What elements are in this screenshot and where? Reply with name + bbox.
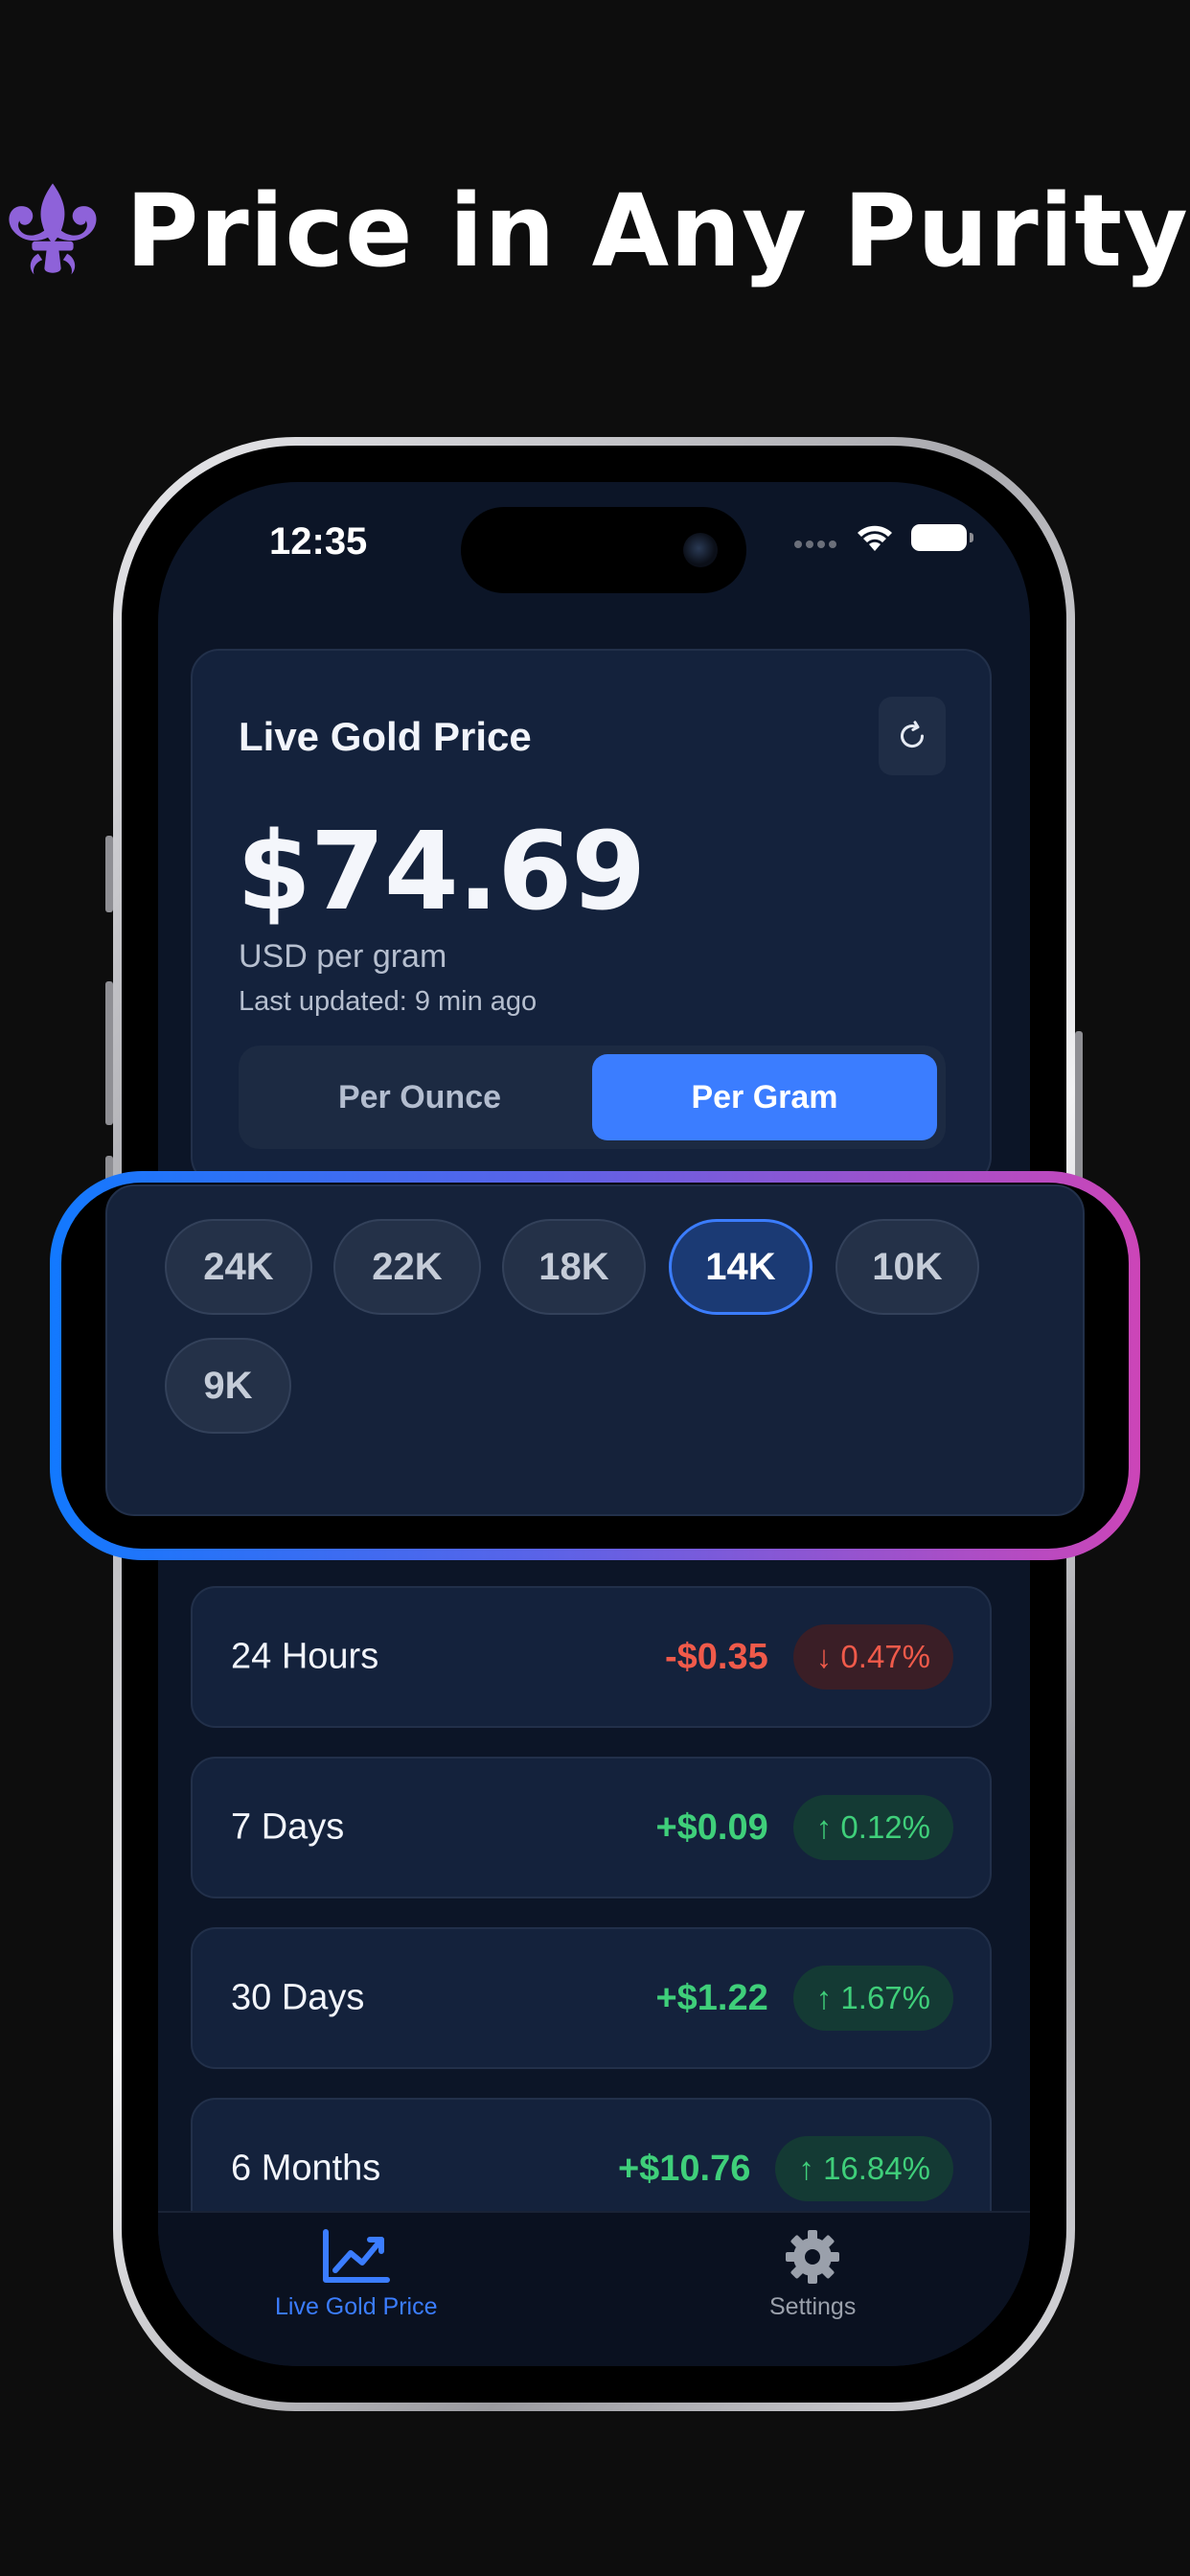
purity-chip-10k[interactable]: 10K <box>835 1219 979 1315</box>
live-price-card: Live Gold Price $74.69 USD per gram Last… <box>191 649 992 1185</box>
change-percent: 16.84% <box>823 2150 930 2186</box>
tab-settings[interactable]: Settings <box>769 2228 856 2321</box>
arrow-up-icon: ↑ <box>798 2150 824 2186</box>
phone-action-button <box>105 836 113 912</box>
tab-bar: Live Gold Price Settings <box>158 2211 1030 2366</box>
wifi-icon <box>858 525 892 551</box>
change-amount: +$1.22 <box>655 1977 768 2018</box>
card-title: Live Gold Price <box>239 714 532 759</box>
tab-label: Live Gold Price <box>275 2293 438 2320</box>
change-amount: -$0.35 <box>665 1636 768 1677</box>
arrow-up-icon: ↑ <box>815 1980 841 2015</box>
refresh-icon <box>901 721 925 748</box>
purity-chip-14k[interactable]: 14K <box>669 1219 812 1315</box>
phone-volume-up <box>105 981 113 1125</box>
last-updated: Last updated: 9 min ago <box>239 986 538 1017</box>
cellular-signal-icon <box>794 540 836 548</box>
arrow-down-icon: ↓ <box>815 1639 841 1674</box>
camera-icon <box>683 533 718 567</box>
change-badge: ↓ 0.47% <box>792 1624 953 1690</box>
dynamic-island <box>461 507 746 593</box>
headline-text: Price in Any Purity <box>126 172 1189 289</box>
change-row-7d: 7 Days +$0.09 ↑ 0.12% <box>191 1757 992 1898</box>
chart-line-icon <box>322 2229 390 2283</box>
purity-chip-22k[interactable]: 22K <box>333 1219 481 1315</box>
price-value: $74.69 <box>237 810 646 934</box>
status-icons <box>794 522 973 553</box>
fleur-de-lis-icon <box>9 183 97 275</box>
change-badge: ↑ 0.12% <box>792 1795 953 1860</box>
change-label: 24 Hours <box>231 1636 379 1677</box>
tab-label: Settings <box>769 2293 857 2320</box>
battery-icon <box>911 524 973 551</box>
unit-toggle: Per Ounce Per Gram <box>239 1046 946 1149</box>
tab-live-gold-price[interactable]: Live Gold Price <box>275 2228 438 2321</box>
refresh-button[interactable] <box>879 697 946 775</box>
change-row-24h: 24 Hours -$0.35 ↓ 0.47% <box>191 1586 992 1728</box>
change-label: 30 Days <box>231 1977 365 2018</box>
purity-chip-24k[interactable]: 24K <box>165 1219 312 1315</box>
change-percent: 0.47% <box>840 1639 930 1674</box>
change-percent: 0.12% <box>840 1809 930 1845</box>
change-percent: 1.67% <box>840 1980 930 2015</box>
per-ounce-option[interactable]: Per Ounce <box>247 1054 592 1140</box>
headline: Price in Any Purity <box>0 172 1190 289</box>
change-label: 6 Months <box>231 2148 381 2189</box>
change-amount: +$0.09 <box>655 1806 768 1848</box>
purity-selector: 24K 22K 18K 14K 10K 9K <box>105 1184 1085 1516</box>
status-time: 12:35 <box>269 520 368 563</box>
price-unit: USD per gram <box>239 938 447 975</box>
purity-chip-9k[interactable]: 9K <box>165 1338 291 1434</box>
arrow-up-icon: ↑ <box>815 1809 841 1845</box>
purity-chip-18k[interactable]: 18K <box>502 1219 646 1315</box>
per-gram-option[interactable]: Per Gram <box>592 1054 937 1140</box>
change-badge: ↑ 1.67% <box>792 1966 953 2031</box>
change-badge: ↑ 16.84% <box>775 2136 953 2201</box>
gear-icon <box>786 2230 840 2284</box>
change-label: 7 Days <box>231 1806 345 1848</box>
change-row-30d: 30 Days +$1.22 ↑ 1.67% <box>191 1927 992 2069</box>
change-amount: +$10.76 <box>617 2148 751 2189</box>
